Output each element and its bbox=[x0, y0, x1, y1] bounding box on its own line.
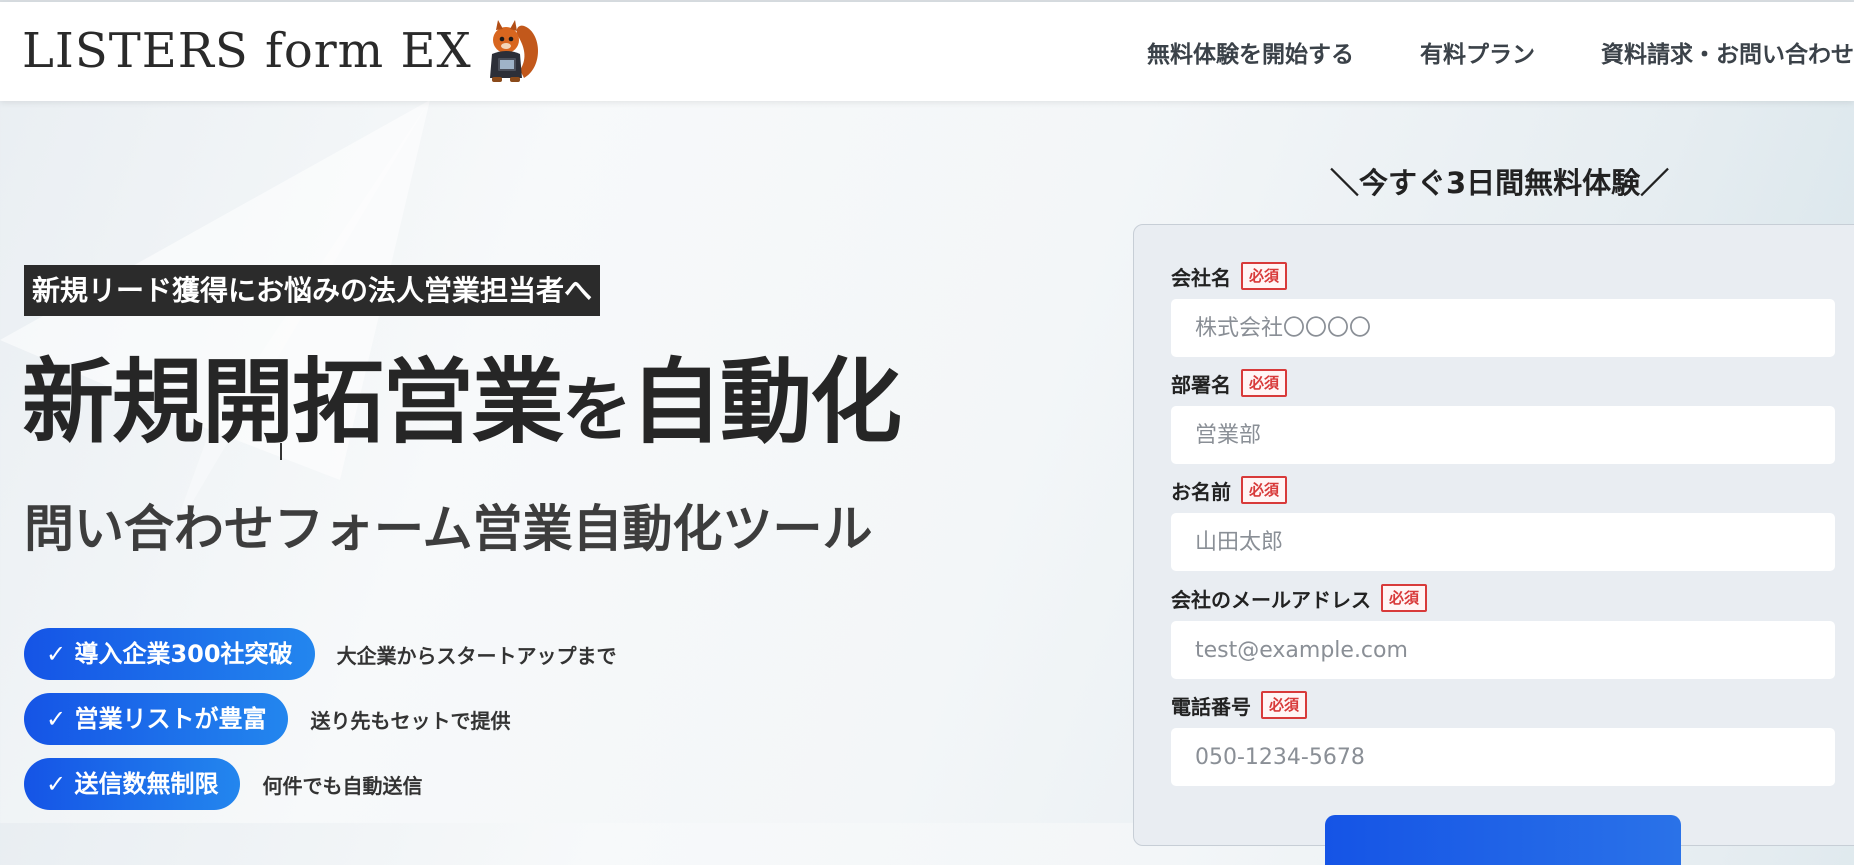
logo-text: LISTERS form EX bbox=[22, 23, 472, 79]
feature-note: 送り先もセットで提供 bbox=[310, 708, 511, 733]
feature-item: ✓ 営業リストが豊富 送り先もセットで提供 bbox=[24, 693, 617, 745]
feature-note: 大企業からスタートアップまで bbox=[336, 643, 617, 668]
feature-pill: ✓ 営業リストが豊富 bbox=[24, 693, 289, 745]
feature-note: 何件でも自動送信 bbox=[262, 773, 423, 798]
site-header: LISTERS form EX 無料体験を開始する 有料プラン 資料請求・お問い… bbox=[0, 2, 1854, 101]
required-badge: 必須 bbox=[1241, 476, 1288, 504]
name-field: お名前 必須 bbox=[1171, 475, 1854, 571]
company-input[interactable] bbox=[1171, 299, 1835, 357]
feature-pill: ✓ 導入企業300社突破 bbox=[24, 628, 315, 680]
email-label: 会社のメールアドレス bbox=[1171, 587, 1371, 612]
hero-headline: 新規開拓営業を自動化 bbox=[22, 348, 902, 465]
email-field: 会社のメールアドレス 必須 bbox=[1171, 583, 1854, 679]
squirrel-mascot-icon bbox=[489, 20, 538, 82]
feature-list: ✓ 導入企業300社突破 大企業からスタートアップまで ✓ 営業リストが豊富 送… bbox=[24, 628, 617, 823]
required-badge: 必須 bbox=[1241, 262, 1288, 290]
name-label: お名前 bbox=[1171, 479, 1231, 504]
headline-part-2: を bbox=[562, 369, 632, 451]
company-label-row: 会社名 必須 bbox=[1171, 261, 1854, 291]
headline-part-1: 新規開拓営業 bbox=[22, 349, 564, 456]
logo[interactable]: LISTERS form EX bbox=[22, 20, 542, 82]
department-field: 部署名 必須 bbox=[1171, 368, 1854, 464]
company-field: 会社名 必須 bbox=[1171, 261, 1854, 357]
hero-tagline: 新規リード獲得にお悩みの法人営業担当者へ bbox=[24, 265, 601, 316]
department-label-row: 部署名 必須 bbox=[1171, 368, 1854, 398]
email-input[interactable] bbox=[1171, 621, 1835, 679]
feature-pill: ✓ 送信数無制限 bbox=[24, 758, 241, 810]
company-label: 会社名 bbox=[1171, 265, 1231, 290]
department-input[interactable] bbox=[1171, 406, 1835, 464]
text-cursor bbox=[280, 443, 282, 460]
trial-signup-form: 会社名 必須 部署名 必須 お名前 必須 会社のメールアドレス 必須 電話番号 … bbox=[1133, 224, 1854, 865]
department-label: 部署名 bbox=[1171, 372, 1231, 397]
name-input[interactable] bbox=[1171, 513, 1835, 571]
required-badge: 必須 bbox=[1241, 369, 1288, 397]
headline-part-3: 自動化 bbox=[630, 349, 902, 456]
phone-field: 電話番号 必須 bbox=[1171, 690, 1854, 786]
phone-label: 電話番号 bbox=[1171, 694, 1251, 719]
hero-section: 新規リード獲得にお悩みの法人営業担当者へ 新規開拓営業を自動化 問い合わせフォー… bbox=[0, 0, 1100, 823]
main-nav: 無料体験を開始する 有料プラン 資料請求・お問い合わせ bbox=[1147, 2, 1854, 101]
email-label-row: 会社のメールアドレス 必須 bbox=[1171, 583, 1854, 613]
required-badge: 必須 bbox=[1261, 691, 1308, 719]
phone-label-row: 電話番号 必須 bbox=[1171, 690, 1854, 720]
nav-free-trial[interactable]: 無料体験を開始する bbox=[1147, 35, 1354, 69]
feature-item: ✓ 送信数無制限 何件でも自動送信 bbox=[24, 758, 617, 810]
name-label-row: お名前 必須 bbox=[1171, 475, 1854, 505]
feature-item: ✓ 導入企業300社突破 大企業からスタートアップまで bbox=[24, 628, 617, 680]
nav-contact[interactable]: 資料請求・お問い合わせ bbox=[1601, 35, 1854, 69]
form-title: ＼今すぐ3日間無料体験／ bbox=[1330, 166, 1670, 200]
required-badge: 必須 bbox=[1381, 584, 1428, 612]
nav-paid-plan[interactable]: 有料プラン bbox=[1420, 35, 1535, 69]
hero-subheadline: 問い合わせフォーム営業自動化ツール bbox=[24, 500, 873, 558]
phone-input[interactable] bbox=[1171, 728, 1835, 786]
